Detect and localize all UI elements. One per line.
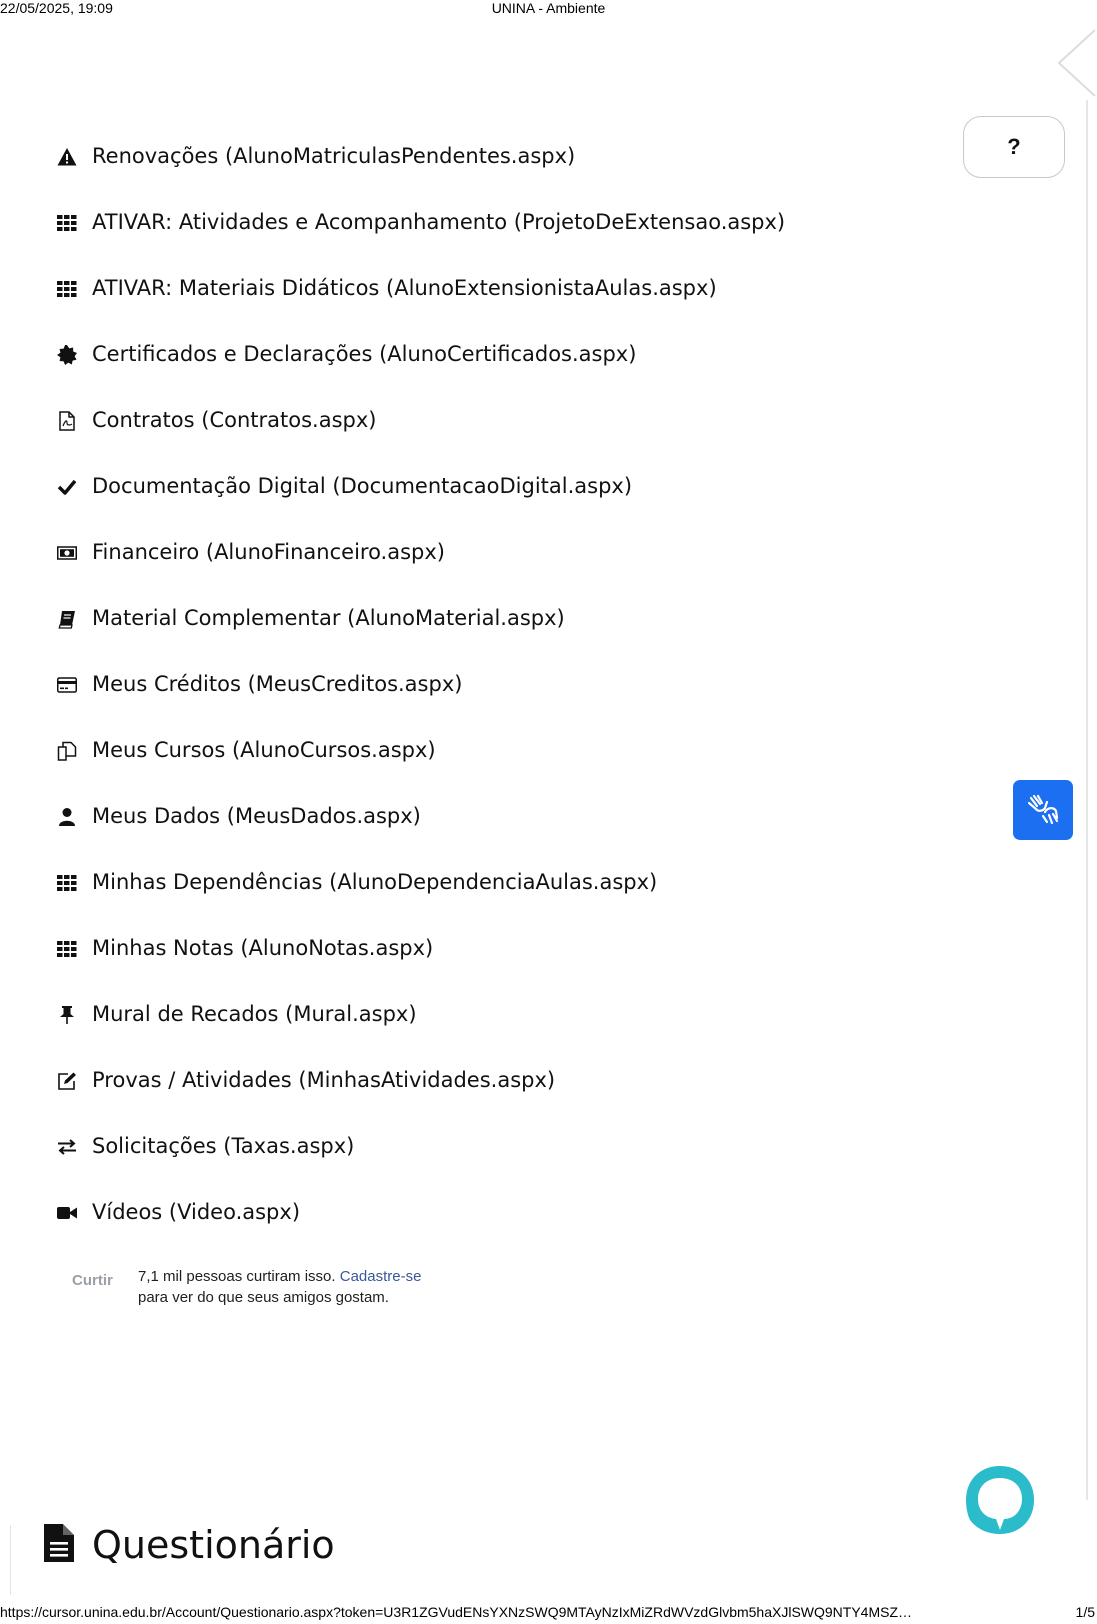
- like-count: 7,1 mil pessoas curtiram isso.: [138, 1268, 336, 1285]
- pdf-file-icon: [56, 410, 78, 432]
- menu-item-ativar-atividades[interactable]: ATIVAR: Atividades e Acompanhamento (Pro…: [56, 212, 785, 278]
- signup-link[interactable]: Cadastre-se: [340, 1268, 422, 1285]
- menu-item-label: Documentação Digital (DocumentacaoDigita…: [92, 474, 633, 498]
- section-header: Questionário: [44, 1523, 335, 1567]
- menu-item-provas-atividades[interactable]: Provas / Atividades (MinhasAtividades.as…: [56, 1070, 785, 1136]
- menu-item-label: Minhas Dependências (AlunoDependenciaAul…: [92, 870, 658, 894]
- pin-icon: [56, 1004, 78, 1026]
- menu-item-label: Provas / Atividades (MinhasAtividades.as…: [92, 1068, 556, 1092]
- grid-icon: [56, 938, 78, 960]
- section-divider: [10, 1525, 11, 1595]
- menu-item-mural[interactable]: Mural de Recados (Mural.aspx): [56, 1004, 785, 1070]
- menu-item-certificados[interactable]: Certificados e Declarações (AlunoCertifi…: [56, 344, 785, 410]
- menu-item-minhas-notas[interactable]: Minhas Notas (AlunoNotas.aspx): [56, 938, 785, 1004]
- edit-icon: [56, 1070, 78, 1092]
- student-menu: Renovações (AlunoMatriculasPendentes.asp…: [56, 146, 785, 1268]
- credit-card-icon: [56, 674, 78, 696]
- menu-item-label: Material Complementar (AlunoMaterial.asp…: [92, 606, 565, 630]
- menu-item-label: Renovações (AlunoMatriculasPendentes.asp…: [92, 144, 576, 168]
- menu-item-videos[interactable]: Vídeos (Video.aspx): [56, 1202, 785, 1268]
- like-after-text: para ver do que seus amigos gostam.: [138, 1289, 389, 1306]
- money-icon: [56, 542, 78, 564]
- grid-icon: [56, 278, 78, 300]
- video-camera-icon: [56, 1202, 78, 1224]
- sign-language-hands-icon: [1023, 788, 1063, 832]
- check-icon: [56, 476, 78, 498]
- menu-item-renovacoes[interactable]: Renovações (AlunoMatriculasPendentes.asp…: [56, 146, 785, 212]
- warning-icon: [56, 146, 78, 168]
- certificate-icon: [56, 344, 78, 366]
- menu-item-meus-creditos[interactable]: Meus Créditos (MeusCreditos.aspx): [56, 674, 785, 740]
- help-button-label: ?: [1007, 134, 1021, 159]
- copy-icon: [56, 740, 78, 762]
- menu-item-label: Contratos (Contratos.aspx): [92, 408, 377, 432]
- menu-item-label: ATIVAR: Atividades e Acompanhamento (Pro…: [92, 210, 786, 234]
- menu-item-label: Solicitações (Taxas.aspx): [92, 1134, 355, 1158]
- menu-item-label: Meus Cursos (AlunoCursos.aspx): [92, 738, 436, 762]
- menu-item-contratos[interactable]: Contratos (Contratos.aspx): [56, 410, 785, 476]
- user-icon: [56, 806, 78, 828]
- menu-item-label: ATIVAR: Materiais Didáticos (AlunoExtens…: [92, 276, 717, 300]
- menu-item-minhas-dependencias[interactable]: Minhas Dependências (AlunoDependenciaAul…: [56, 872, 785, 938]
- print-url: https://cursor.unina.edu.br/Account/Ques…: [0, 1604, 913, 1620]
- menu-item-label: Financeiro (AlunoFinanceiro.aspx): [92, 540, 445, 564]
- print-header: 22/05/2025, 19:09 UNINA - Ambiente: [0, 0, 1097, 18]
- like-count-text: 7,1 mil pessoas curtiram isso. Cadastre-…: [138, 1266, 498, 1308]
- book-icon: [56, 608, 78, 630]
- print-page-number: 1/5: [1075, 1604, 1095, 1620]
- grid-icon: [56, 212, 78, 234]
- menu-item-material-complementar[interactable]: Material Complementar (AlunoMaterial.asp…: [56, 608, 785, 674]
- menu-item-meus-dados[interactable]: Meus Dados (MeusDados.aspx): [56, 806, 785, 872]
- print-page-title: UNINA - Ambiente: [491, 0, 606, 16]
- help-button[interactable]: ?: [963, 116, 1065, 178]
- exchange-icon: [56, 1136, 78, 1158]
- print-footer: https://cursor.unina.edu.br/Account/Ques…: [0, 1604, 1097, 1622]
- file-text-icon: [44, 1524, 74, 1566]
- menu-item-label: Meus Dados (MeusDados.aspx): [92, 804, 421, 828]
- like-button[interactable]: Curtir: [72, 1272, 113, 1289]
- chat-button[interactable]: [964, 1464, 1036, 1544]
- menu-item-label: Meus Créditos (MeusCreditos.aspx): [92, 672, 463, 696]
- sidebar-edge-divider: [1086, 100, 1088, 1500]
- menu-item-meus-cursos[interactable]: Meus Cursos (AlunoCursos.aspx): [56, 740, 785, 806]
- menu-item-financeiro[interactable]: Financeiro (AlunoFinanceiro.aspx): [56, 542, 785, 608]
- menu-item-label: Minhas Notas (AlunoNotas.aspx): [92, 936, 434, 960]
- menu-item-label: Certificados e Declarações (AlunoCertifi…: [92, 342, 637, 366]
- menu-item-solicitacoes[interactable]: Solicitações (Taxas.aspx): [56, 1136, 785, 1202]
- page-title: Questionário: [92, 1523, 335, 1567]
- menu-item-label: Mural de Recados (Mural.aspx): [92, 1002, 417, 1026]
- collapse-chevron-icon[interactable]: [1053, 28, 1097, 98]
- menu-item-documentacao[interactable]: Documentação Digital (DocumentacaoDigita…: [56, 476, 785, 542]
- menu-item-ativar-materiais[interactable]: ATIVAR: Materiais Didáticos (AlunoExtens…: [56, 278, 785, 344]
- vlibras-accessibility-button[interactable]: [1013, 780, 1073, 840]
- menu-item-label: Vídeos (Video.aspx): [92, 1200, 301, 1224]
- grid-icon: [56, 872, 78, 894]
- chat-bubble-icon: [964, 1466, 1036, 1548]
